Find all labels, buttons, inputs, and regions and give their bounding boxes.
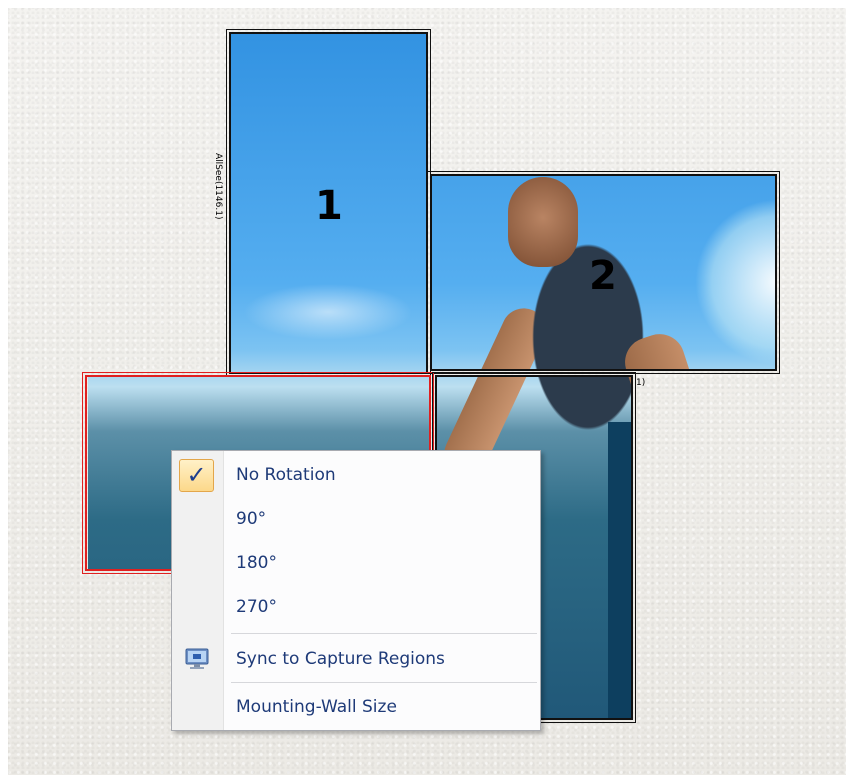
menu-item-label: 180° [236, 553, 277, 573]
display-number: 2 [589, 253, 617, 299]
menu-item-label: 90° [236, 509, 267, 529]
menu-item-label: No Rotation [236, 465, 336, 485]
menu-item-no-rotation[interactable]: ✓ No Rotation [172, 455, 540, 495]
menu-item-rotate-180[interactable]: 180° [172, 543, 540, 583]
display-caption: 1) [636, 378, 646, 388]
menu-item-mounting-wall-size[interactable]: Mounting-Wall Size [172, 687, 540, 727]
display-2[interactable]: 2 [427, 171, 780, 374]
menu-item-rotate-90[interactable]: 90° [172, 499, 540, 539]
canvas-edge-top [0, 0, 846, 8]
checkmark-icon: ✓ [179, 459, 214, 492]
menu-item-label: 270° [236, 597, 277, 617]
menu-separator [231, 633, 537, 634]
menu-item-label: Mounting-Wall Size [236, 697, 397, 717]
rotation-context-menu: ✓ No Rotation 90° 180° 270° Sync to Capt… [171, 450, 541, 731]
menu-separator [231, 682, 537, 683]
menu-item-label: Sync to Capture Regions [236, 649, 445, 669]
canvas-edge-left [0, 0, 8, 775]
display-caption: AllSee(1146.1) [213, 153, 223, 220]
menu-item-rotate-270[interactable]: 270° [172, 587, 540, 627]
display-1[interactable]: 1 [226, 29, 431, 377]
monitor-sync-icon [185, 648, 209, 669]
display-number: 1 [315, 183, 343, 229]
menu-item-sync-capture-regions[interactable]: Sync to Capture Regions [172, 639, 540, 679]
